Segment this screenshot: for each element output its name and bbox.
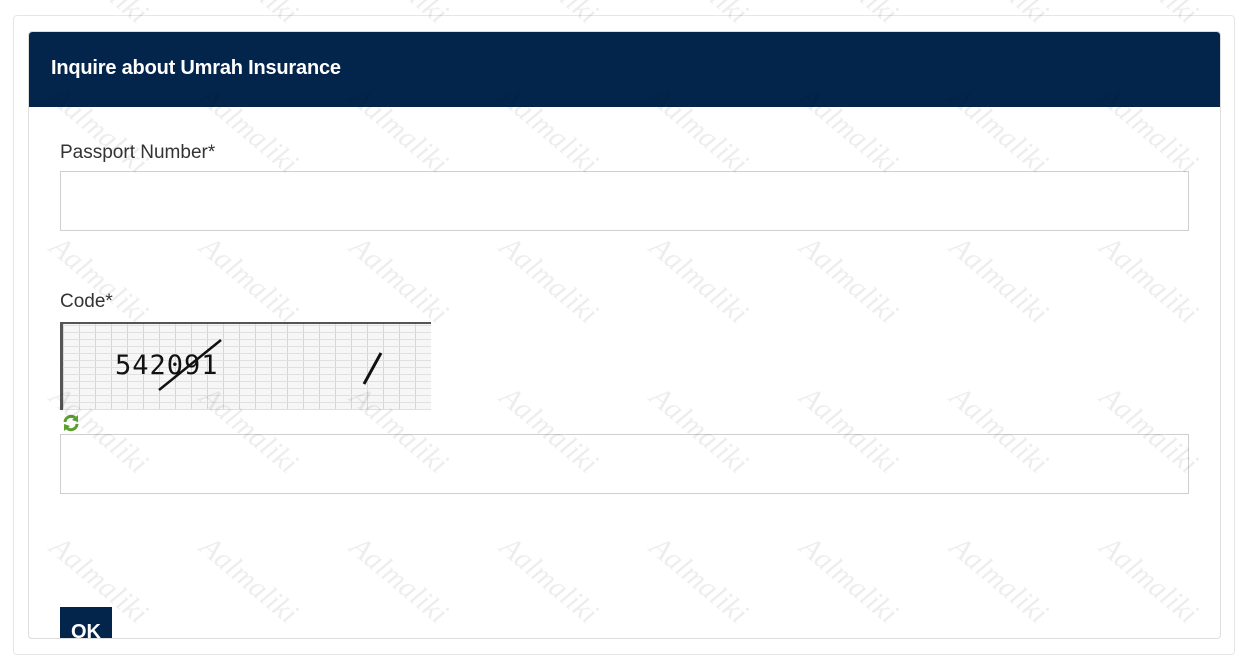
page: Inquire about Umrah Insurance Passport N… [0, 0, 1239, 660]
form-title: Inquire about Umrah Insurance [51, 57, 341, 79]
captcha-noise-lines [158, 339, 383, 391]
ok-button[interactable]: OK [60, 607, 112, 638]
code-input[interactable] [60, 434, 1189, 494]
refresh-icon[interactable] [61, 413, 81, 433]
passport-number-label: Passport Number* [60, 142, 216, 163]
passport-number-input[interactable] [60, 171, 1189, 231]
code-label: Code* [60, 291, 113, 312]
inquiry-form-card: Inquire about Umrah Insurance Passport N… [28, 31, 1221, 639]
card-header: Inquire about Umrah Insurance [29, 32, 1220, 107]
captcha-image: 542091 [60, 322, 431, 410]
